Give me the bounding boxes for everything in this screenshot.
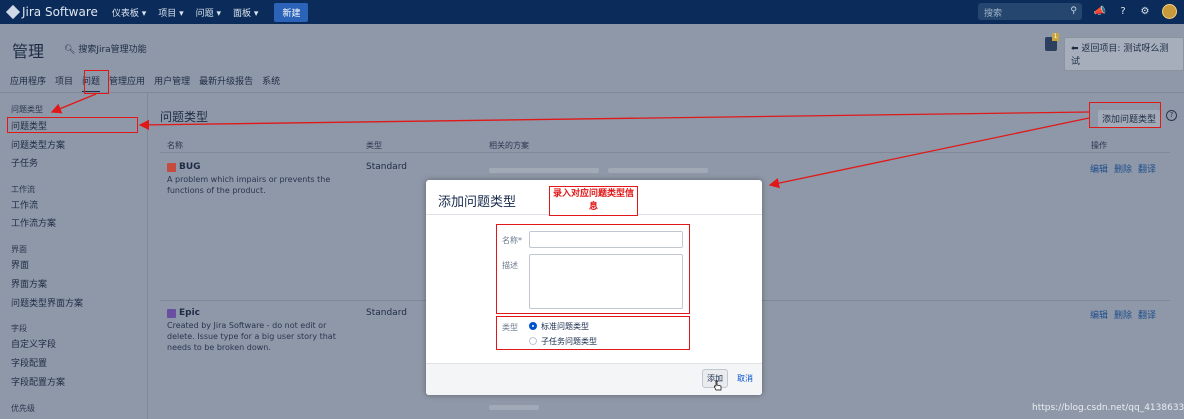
nav-projects[interactable]: 项目 ▾: [158, 6, 183, 19]
epic-icon: [167, 308, 176, 318]
sidebar-item-subtasks[interactable]: 子任务: [11, 156, 38, 169]
help-icon[interactable]: ?: [1166, 110, 1177, 121]
jira-logo-icon: [5, 4, 21, 20]
admin-sidebar: 问题类型 问题类型 问题类型方案 子任务 工作流 工作流 工作流方案 界面 界面…: [0, 93, 148, 419]
annotation-box-issues-tab: [84, 70, 109, 94]
delete-link[interactable]: 删除: [1114, 162, 1132, 175]
tab-applications[interactable]: 应用程序: [10, 74, 46, 93]
issue-type-kind: Standard: [366, 308, 407, 318]
sidebar-item-workflow-schemes[interactable]: 工作流方案: [11, 216, 56, 229]
sidebar-group-issue-types: 问题类型: [11, 105, 43, 114]
logo-text: Jira Software: [22, 5, 98, 19]
translate-link[interactable]: 翻译: [1138, 162, 1156, 175]
issue-type-description: A problem which impairs or prevents the …: [167, 175, 331, 195]
admin-search-label: 搜索Jira管理功能: [78, 45, 147, 55]
translate-link[interactable]: 翻译: [1138, 308, 1156, 321]
issue-type-name-bug: BUG: [167, 162, 201, 172]
blurred-scheme: [608, 168, 708, 173]
sidebar-item-screen-schemes[interactable]: 界面方案: [11, 277, 47, 290]
sidebar-item-workflows[interactable]: 工作流: [11, 198, 38, 211]
annotation-note: 录入对应问题类型信息: [549, 186, 638, 216]
sidebar-item-issue-type-schemes[interactable]: 问题类型方案: [11, 138, 65, 151]
tab-system[interactable]: 系统: [262, 74, 280, 93]
sidebar-group-priorities: 优先级: [11, 404, 35, 413]
edit-link[interactable]: 编辑: [1090, 308, 1108, 321]
gear-icon[interactable]: ⚙: [1138, 5, 1152, 19]
search-placeholder: 搜索: [984, 9, 1003, 19]
jira-logo[interactable]: Jira Software: [5, 4, 98, 20]
section-title: 问题类型: [160, 110, 209, 124]
annotation-box-sidebar-issue-types: [7, 117, 138, 133]
column-header-name: 名称: [167, 141, 183, 150]
sidebar-group-screens: 界面: [11, 245, 27, 254]
issue-type-kind: Standard: [366, 162, 407, 172]
column-header-actions: 操作: [1091, 141, 1107, 150]
nav-issues[interactable]: 问题 ▾: [196, 6, 221, 19]
blurred-scheme: [489, 168, 599, 173]
return-label: 返回项目: 测试呀么测试: [1071, 44, 1169, 67]
create-button[interactable]: 新建: [274, 2, 309, 22]
delete-link[interactable]: 删除: [1114, 308, 1132, 321]
dialog-title: 添加问题类型: [438, 195, 517, 210]
issue-type-description: Created by Jira Software - do not edit o…: [167, 321, 336, 352]
sidebar-item-field-configs[interactable]: 字段配置: [11, 356, 47, 369]
sidebar-item-issue-type-screen-schemes[interactable]: 问题类型界面方案: [11, 296, 83, 309]
arrow-left-icon: ⬅: [1071, 44, 1079, 54]
sidebar-group-workflows: 工作流: [11, 185, 35, 194]
row-actions: 编辑 删除 翻译: [1090, 308, 1156, 321]
nav-dashboards[interactable]: 仪表板 ▾: [112, 6, 146, 19]
cancel-link[interactable]: 取消: [737, 373, 753, 384]
table-header-divider: [160, 152, 1170, 153]
tab-user-management[interactable]: 用户管理: [154, 74, 190, 93]
tab-upgrade-report[interactable]: 最新升级报告: [199, 74, 253, 93]
nav-boards[interactable]: 面板 ▾: [233, 6, 258, 19]
issue-type-label: BUG: [179, 162, 201, 172]
watermark: https://blog.csdn.net/qq_41386332: [1032, 403, 1184, 413]
annotation-box-add-button: [1089, 102, 1161, 128]
return-to-project-button[interactable]: ⬅ 返回项目: 测试呀么测试: [1064, 37, 1184, 71]
sidebar-item-screens[interactable]: 界面: [11, 258, 29, 271]
issue-type-label: Epic: [179, 308, 201, 318]
tab-projects[interactable]: 项目: [55, 74, 73, 93]
hand-cursor-icon: [714, 380, 722, 391]
tab-manage-apps[interactable]: 管理应用: [109, 74, 145, 93]
page-title: 管理: [12, 42, 45, 61]
sidebar-group-fields: 字段: [11, 324, 27, 333]
row-actions: 编辑 删除 翻译: [1090, 162, 1156, 175]
annotation-box-fields: [496, 224, 690, 314]
help-circle-icon[interactable]: ?: [1116, 5, 1130, 19]
column-header-type: 类型: [366, 141, 382, 150]
sidebar-item-field-config-schemes[interactable]: 字段配置方案: [11, 375, 65, 388]
issue-type-name-epic: Epic: [167, 308, 200, 318]
megaphone-icon[interactable]: 📣: [1093, 5, 1107, 19]
column-header-schemes: 相关的方案: [489, 141, 529, 150]
global-search-input[interactable]: 搜索 ⚲: [978, 3, 1082, 20]
annotation-box-type: [496, 316, 690, 350]
sidebar-item-custom-fields[interactable]: 自定义字段: [11, 337, 56, 350]
tabs-divider: [0, 92, 1184, 93]
edit-link[interactable]: 编辑: [1090, 162, 1108, 175]
bug-icon: [167, 162, 176, 172]
search-icon: 🔍︎: [64, 45, 76, 55]
search-icon: ⚲: [1070, 6, 1077, 16]
blurred-scheme: [489, 405, 539, 410]
admin-tabs: 应用程序 项目 问题 管理应用 用户管理 最新升级报告 系统: [10, 74, 280, 93]
admin-search-link[interactable]: 🔍︎ 搜索Jira管理功能: [64, 42, 147, 55]
notification-badge: 1: [1052, 33, 1059, 41]
user-avatar[interactable]: [1162, 4, 1177, 19]
